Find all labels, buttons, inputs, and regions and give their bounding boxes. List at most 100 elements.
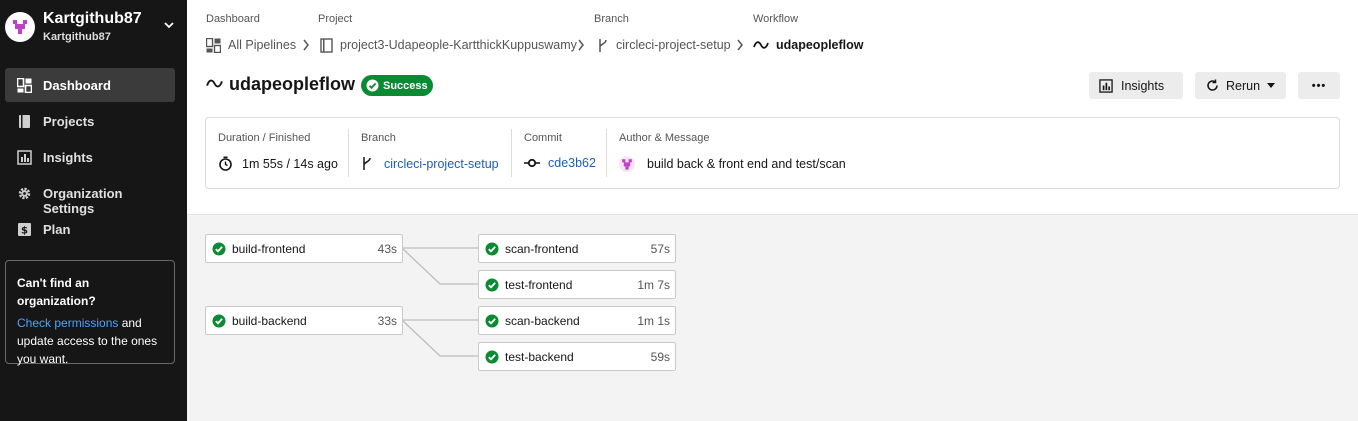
job-test-backend[interactable]: test-backend 59s [478, 342, 676, 371]
page-title: udapeopleflow [229, 74, 355, 94]
success-check-icon [485, 242, 499, 256]
author-value-wrap: build back & front end and test/scan [619, 156, 846, 172]
org-switcher[interactable]: Kartgithub87 Kartgithub87 [0, 0, 187, 56]
commit-message: build back & front end and test/scan [647, 157, 846, 171]
insights-button-label: Insights [1121, 78, 1165, 93]
dollar-icon: $ [18, 223, 31, 237]
breadcrumb-label-workflow: Workflow [753, 13, 799, 25]
job-name: build-frontend [232, 242, 306, 256]
breadcrumb-label-branch: Branch [594, 13, 629, 25]
breadcrumb-branch[interactable]: circleci-project-setup [597, 37, 731, 53]
breadcrumb-dashboard-text: All Pipelines [228, 38, 297, 52]
branch-icon [599, 38, 607, 52]
success-check-icon [212, 314, 226, 328]
success-check-icon [485, 314, 499, 328]
breadcrumb-project-text: project3-Udapeople-KartthickKuppuswamy [340, 38, 577, 52]
nav-item-insights[interactable]: Insights [5, 140, 175, 174]
nav-label: Projects [43, 114, 95, 129]
duration-value-wrap: 1m 55s / 14s ago [218, 156, 338, 171]
info-divider [606, 129, 607, 177]
check-permissions-link[interactable]: Check permissions [17, 316, 118, 330]
help-text: Check permissions and update access to t… [17, 314, 163, 368]
rerun-icon [1207, 79, 1218, 91]
job-name: test-frontend [505, 278, 573, 292]
job-name: scan-frontend [505, 242, 579, 256]
info-divider [511, 129, 512, 177]
sidebar: Kartgithub87 Kartgithub87 Dashboard Proj… [0, 0, 187, 421]
job-name: test-backend [505, 350, 574, 364]
job-scan-backend[interactable]: scan-backend 1m 1s [478, 306, 676, 335]
workflow-graph: build-frontend 43s build-backend 33s sca… [187, 214, 1358, 421]
commit-icon [524, 158, 540, 168]
org-help-box: Can't find an organization? Check permis… [5, 260, 175, 366]
chevron-right-icon [303, 39, 309, 51]
duration-value: 1m 55s / 14s ago [242, 156, 338, 171]
gear-icon [18, 187, 31, 200]
commit-label: Commit [524, 132, 562, 144]
job-name: build-backend [232, 314, 307, 328]
duration-label: Duration / Finished [218, 132, 311, 144]
svg-text:$: $ [21, 226, 28, 237]
branch-value-wrap: circleci-project-setup [361, 156, 499, 171]
job-build-backend[interactable]: build-backend 33s [205, 306, 403, 335]
author-avatar-icon [619, 156, 635, 172]
branch-icon [363, 157, 371, 170]
more-options-icon: ••• [1311, 79, 1327, 92]
breadcrumb-project[interactable]: project3-Udapeople-KartthickKuppuswamy [320, 37, 577, 53]
job-test-frontend[interactable]: test-frontend 1m 7s [478, 270, 676, 299]
success-check-icon [212, 242, 226, 256]
nav-item-organization-settings[interactable]: Organization Settings [5, 176, 175, 216]
success-check-icon [485, 350, 499, 364]
rerun-button[interactable]: Rerun [1195, 72, 1286, 99]
status-badge: Success [361, 75, 433, 96]
timer-icon [219, 156, 232, 171]
job-duration: 1m 7s [637, 278, 670, 292]
job-name: scan-backend [505, 314, 580, 328]
chevron-right-icon [737, 39, 743, 51]
job-build-frontend[interactable]: build-frontend 43s [205, 234, 403, 263]
commit-value-wrap: cde3b62 [524, 156, 596, 170]
branch-label: Branch [361, 132, 396, 144]
dashboard-icon [17, 78, 32, 93]
breadcrumb-dashboard[interactable]: All Pipelines [206, 37, 296, 53]
branch-link[interactable]: circleci-project-setup [384, 157, 499, 171]
job-scan-frontend[interactable]: scan-frontend 57s [478, 234, 676, 263]
commit-link[interactable]: cde3b62 [548, 156, 596, 170]
job-duration: 1m 1s [637, 314, 670, 328]
nav-label: Dashboard [43, 78, 111, 93]
more-options-button[interactable]: ••• [1298, 72, 1340, 99]
nav-item-plan[interactable]: $ Plan [5, 212, 175, 246]
job-duration: 33s [377, 314, 397, 328]
main-content: Dashboard Project Branch Workflow All Pi… [187, 0, 1358, 421]
status-label: Success [383, 79, 428, 92]
breadcrumb-workflow: udapeopleflow [753, 37, 864, 53]
help-title: Can't find an organization? [17, 276, 96, 308]
pipelines-icon [206, 37, 221, 53]
workflow-icon [206, 79, 223, 88]
job-duration: 43s [377, 242, 397, 256]
insights-button[interactable]: Insights [1089, 72, 1183, 99]
job-duration: 59s [650, 350, 670, 364]
nav-label: Plan [43, 222, 71, 237]
chevron-right-icon [578, 39, 584, 51]
nav-item-projects[interactable]: Projects [5, 104, 175, 138]
success-check-icon [485, 278, 499, 292]
bar-chart-icon [1099, 78, 1113, 93]
caret-down-icon [1267, 83, 1276, 88]
nav-label: Insights [43, 150, 93, 165]
avatar-icon [13, 20, 27, 34]
workflow-icon [753, 41, 769, 49]
info-divider [348, 129, 349, 177]
breadcrumb-workflow-text: udapeopleflow [776, 38, 864, 52]
breadcrumb-branch-text: circleci-project-setup [616, 38, 731, 52]
book-icon [320, 37, 333, 53]
nav-item-dashboard[interactable]: Dashboard [5, 68, 175, 102]
breadcrumb-label-project: Project [318, 13, 353, 25]
bar-chart-icon [17, 150, 32, 165]
book-icon [19, 115, 30, 128]
check-circle-icon [366, 79, 379, 92]
chevron-down-icon[interactable] [163, 19, 175, 31]
org-avatar [5, 12, 35, 42]
org-sub: Kartgithub87 [43, 31, 111, 43]
job-duration: 57s [650, 242, 670, 256]
